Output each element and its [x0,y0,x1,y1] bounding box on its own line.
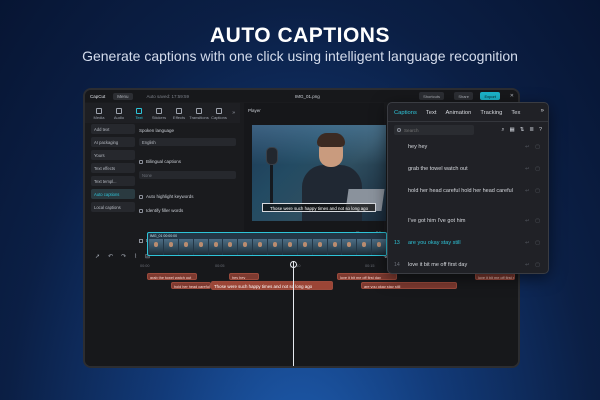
panel-tools: ⌕ ▦ ⇅ ≣ ? [501,127,542,134]
sidebar-item-yours[interactable]: Yours [91,150,135,160]
microphone [266,147,278,165]
merge-icon[interactable]: ↩ [525,218,529,224]
playhead[interactable] [293,261,294,366]
caption-clip-selected[interactable]: Those were such happy times and not so l… [211,281,333,290]
caption-clip[interactable]: grab the towel watch out [147,273,197,280]
project-filename: IMG_01.png [295,93,320,99]
caption-row[interactable]: hold her head careful hold her head care… [394,187,544,196]
split-icon[interactable]: ⌇ [134,253,137,260]
delete-icon[interactable]: ▢ [535,218,540,224]
spoken-language-label: Spoken language [139,128,175,133]
merge-icon[interactable]: ↩ [525,240,529,246]
stickers-icon [156,108,162,114]
grid-icon[interactable]: ▦ [510,127,515,134]
divider [388,121,548,122]
caption-clip[interactable]: are you okay stay still [361,282,457,289]
caption-row-active[interactable]: 13 are you okay stay still ↩ ▢ [394,239,544,248]
filler-words-checkbox[interactable]: Identify filler words [139,208,183,213]
transitions-icon [196,108,202,114]
effects-icon [176,108,182,114]
video-clip[interactable]: IMG_01 00:00:00 [147,232,387,256]
caption-clip[interactable]: hey hey [229,273,259,280]
search-input[interactable] [403,127,471,133]
text-sidebar: Add text AI packaging Yours Text effects… [91,124,135,215]
tool-media[interactable]: Media [89,108,109,120]
delete-icon[interactable]: ▢ [535,166,540,172]
tool-strip: Media Audio Text Stickers Effects Transi… [85,103,240,123]
media-icon [96,108,102,114]
chevron-right-icon[interactable]: » [232,110,235,116]
list-icon[interactable]: ≣ [529,127,534,134]
sidebar-item-ai-packaging[interactable]: AI packaging [91,137,135,147]
text-icon [136,108,142,114]
autosave-status: Auto saved: 17:59:59 [146,93,190,99]
caption-row[interactable]: grab the towel watch out ↩ ▢ [394,165,544,174]
search-icon [397,128,401,132]
delete-icon[interactable]: ▢ [535,144,540,150]
shortcuts-button[interactable]: Shortcuts [419,92,444,100]
caption-row[interactable]: hey hey ↩ ▢ [394,143,544,152]
bilingual-captions-checkbox[interactable]: Bilingual captions [139,159,181,164]
caption-clip[interactable]: love it bit me off first day [337,273,397,280]
sidebar-item-auto-captions[interactable]: Auto captions [91,189,135,199]
tab-animation[interactable]: Animation [446,110,472,116]
panel-tabs: Captions Text Animation Tracking Tex » [394,107,544,119]
captions-panel: Captions Text Animation Tracking Tex » ⌕… [387,102,549,274]
tab-text[interactable]: Text [426,110,437,116]
tab-captions[interactable]: Captions [394,110,417,116]
auto-highlight-checkbox[interactable]: Auto highlight keywords [139,194,194,199]
redo-icon[interactable]: ↷ [121,253,126,260]
sidebar-item-text-effects[interactable]: Text effects [91,163,135,173]
delete-icon[interactable]: ▢ [535,262,540,268]
merge-icon[interactable]: ↩ [525,144,529,150]
delete-icon[interactable]: ▢ [535,240,540,246]
sort-icon[interactable]: ⇅ [520,127,525,134]
preview-caption[interactable]: Those were such happy times and not so l… [262,203,376,212]
tool-transitions[interactable]: Transitions [189,108,209,120]
export-button[interactable]: Export [480,92,500,100]
hero-title: AUTO CAPTIONS [210,24,390,47]
sidebar-item-text-templates[interactable]: Text templ... [91,176,135,186]
auto-captions-settings: Spoken language English Bilingual captio… [139,124,239,244]
tool-audio[interactable]: Audio [109,108,129,120]
undo-icon[interactable]: ↶ [108,253,113,260]
close-icon[interactable]: ✕ [510,93,514,99]
hero-subtitle: Generate captions with one click using i… [82,48,518,64]
video-preview[interactable]: Those were such happy times and not so l… [252,125,386,221]
player-panel: Player Those were such happy times and n… [244,103,386,248]
audio-icon [116,108,122,114]
tool-captions[interactable]: Captions [209,108,229,120]
find-replace-icon[interactable]: ⌕ [501,127,504,134]
caption-clip[interactable]: hold her head careful [171,282,211,289]
merge-icon[interactable]: ↩ [525,188,529,194]
tool-effects[interactable]: Effects [169,108,189,120]
tab-tracking[interactable]: Tracking [480,110,502,116]
share-button[interactable]: Share [454,92,473,100]
player-label: Player [248,108,261,113]
tab-text-to-speech[interactable]: Tex [511,110,520,116]
captions-icon [216,108,222,114]
menu-button[interactable]: Menu [113,92,133,100]
tool-text[interactable]: Text [129,108,149,120]
delete-icon[interactable]: ▢ [535,188,540,194]
sidebar-item-add-text[interactable]: Add text [91,124,135,134]
caption-clip[interactable]: love it bit me off first day [475,273,515,280]
tool-stickers[interactable]: Stickers [149,108,169,120]
caption-search[interactable] [394,125,474,135]
app-name: CapCut [90,93,106,99]
help-icon[interactable]: ? [539,127,542,134]
sidebar-item-local-captions[interactable]: Local captions [91,202,135,212]
spoken-language-select[interactable]: English [139,138,236,146]
caption-row[interactable]: 14 love it bit me off first day ↩ ▢ [394,261,544,270]
chevron-right-icon[interactable]: » [541,108,544,114]
merge-icon[interactable]: ↩ [525,166,529,172]
bilingual-language-select[interactable]: None [139,171,236,179]
select-tool-icon[interactable]: ➚ [95,253,100,260]
title-bar: CapCut Menu Auto saved: 17:59:59 IMG_01.… [85,90,518,102]
merge-icon[interactable]: ↩ [525,262,529,268]
video-clip-label: IMG_01 00:00:00 [150,234,178,238]
caption-row[interactable]: I've got him I've got him ↩ ▢ [394,217,544,226]
